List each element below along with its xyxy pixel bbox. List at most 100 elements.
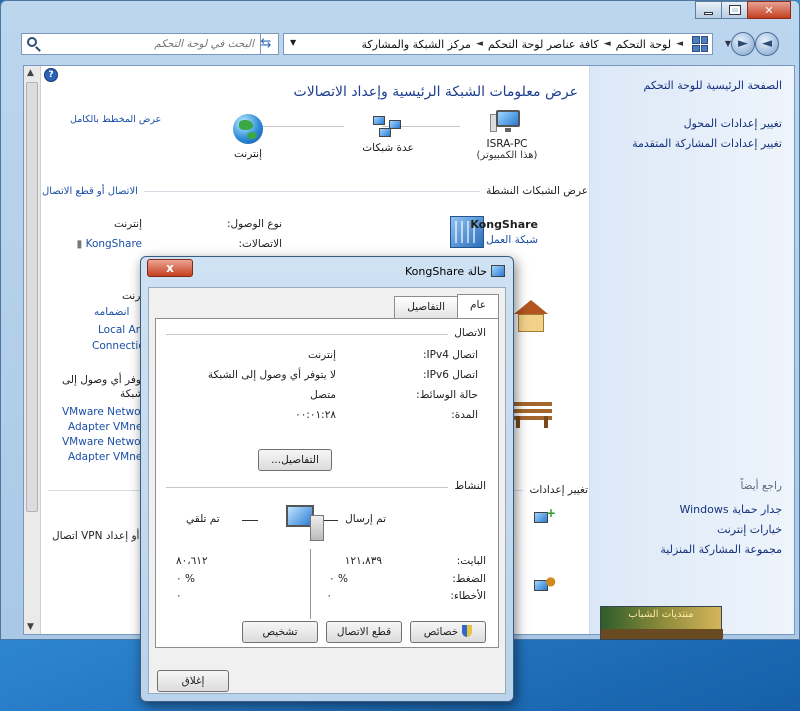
network-name: KongShare: [470, 218, 538, 231]
fragment-vmware-1[interactable]: VMware Netwo: [62, 406, 141, 418]
change-settings-title: تغيير إعدادات: [529, 484, 588, 496]
pc-subtitle: (هذا الكمبيوتر): [476, 150, 538, 161]
activity-group-title: النشاط: [448, 480, 486, 492]
ipv6-label: اتصال IPv6:: [423, 369, 478, 381]
access-type-value: إنترنت: [113, 218, 142, 230]
compression-label: الضغط:: [452, 573, 486, 585]
forum-watermark-logo: منتديات الشباب: [600, 606, 723, 640]
search-placeholder: البحث في لوحة التحكم: [154, 38, 254, 50]
scroll-down-icon[interactable]: ▼: [27, 622, 34, 632]
address-dropdown-icon[interactable]: ▼: [290, 38, 296, 47]
dialog-body: عام التفاصيل الاتصال اتصال IPv4: إنترنت ا…: [148, 287, 506, 694]
control-panel-icon: [692, 36, 708, 52]
watermark-picture: [601, 629, 723, 639]
chevron-icon[interactable]: ◄: [476, 39, 483, 49]
scroll-thumb[interactable]: [26, 82, 38, 512]
received-label: تم تلقي: [186, 513, 220, 525]
active-networks-title: عرض الشبكات النشطة: [486, 185, 588, 197]
see-full-map-link[interactable]: عرض المخطط بالكامل: [70, 114, 161, 125]
fragment-connection[interactable]: Connectio: [92, 340, 145, 352]
page-title: عرض معلومات الشبكة الرئيسية وإعداد الاتص…: [293, 84, 578, 100]
chevron-icon[interactable]: ◄: [604, 39, 611, 49]
sent-errors-value: ٠: [326, 590, 332, 602]
diagnose-button[interactable]: تشخيص: [242, 621, 318, 643]
fragment-join[interactable]: انضمامه: [94, 306, 129, 318]
fragment-vmware-4[interactable]: Adapter VMne: [68, 451, 142, 463]
duration-value: ٠٠:٠١:٢٨: [295, 409, 336, 421]
maximize-button[interactable]: [721, 1, 748, 19]
fragment-vmware-2[interactable]: Adapter VMne: [68, 421, 142, 433]
sidebar-link-adapter-settings[interactable]: تغيير إعدادات المحول: [602, 116, 782, 132]
tab-general[interactable]: عام: [457, 294, 499, 318]
tab-details[interactable]: التفاصيل: [394, 296, 459, 318]
connection-group-title: الاتصال: [448, 327, 486, 339]
active-networks-header: عرض الشبكات النشطة الاتصال أو قطع الاتصا…: [42, 185, 588, 197]
public-network-bench-icon[interactable]: [512, 402, 552, 428]
help-icon[interactable]: ?: [44, 68, 58, 82]
sidebar-link-advanced-sharing[interactable]: تغيير إعدادات المشاركة المتقدمة: [602, 136, 782, 152]
ipv4-value: إنترنت: [307, 349, 336, 361]
back-button[interactable]: ◄: [755, 32, 779, 56]
dialog-close-btn[interactable]: إغلاق: [157, 670, 229, 692]
sidebar-link-control-panel-home[interactable]: الصفحة الرئيسية للوحة التحكم: [602, 78, 782, 94]
breadcrumb-all-items[interactable]: كافة عناصر لوحة التحكم: [488, 38, 599, 51]
forward-arrow-icon: ►: [738, 36, 748, 51]
new-connection-icon[interactable]: +: [534, 507, 556, 528]
scroll-up-icon[interactable]: ▲: [27, 68, 34, 78]
address-bar[interactable]: ◄ لوحة التحكم ◄ كافة عناصر لوحة التحكم ◄…: [283, 33, 713, 55]
breadcrumb-control-panel[interactable]: لوحة التحكم: [616, 38, 671, 51]
ipv4-row: اتصال IPv4: إنترنت: [168, 349, 486, 367]
activity-divider: [310, 549, 311, 619]
disconnect-button[interactable]: قطع الاتصال: [326, 621, 402, 643]
uac-shield-icon: [462, 625, 473, 637]
activity-computer-icon: [286, 505, 336, 545]
sidebar-link-internet-options[interactable]: خيارات إنترنت: [602, 522, 782, 538]
received-bytes-value: ٨٠،٦١٢: [176, 555, 208, 567]
close-icon: x: [166, 261, 174, 275]
sidebar-link-firewall[interactable]: جدار حماية Windows: [602, 502, 782, 518]
watermark-text: منتديات الشباب: [628, 609, 694, 620]
recent-pages-dropdown[interactable]: ▼: [725, 39, 731, 48]
connect-disconnect-link[interactable]: الاتصال أو قطع الاتصال: [42, 186, 138, 197]
sent-compression-value: % ٠: [329, 573, 348, 585]
breadcrumb-network-center[interactable]: مركز الشبكة والمشاركة: [361, 38, 470, 51]
ipv4-label: اتصال IPv4:: [423, 349, 478, 361]
minimize-icon: [704, 11, 713, 15]
sent-label: تم إرسال: [345, 513, 386, 525]
group-separator: [166, 334, 458, 335]
network-type-link[interactable]: شبكة العمل: [486, 234, 538, 246]
refresh-icon: ⇆: [260, 36, 272, 51]
toolbar: ◄ ► ▼ ◄ لوحة التحكم ◄ كافة عناصر لوحة ال…: [21, 31, 779, 57]
connection-status-dialog: حالة KongShare x عام التفاصيل الاتصال ات…: [140, 256, 514, 702]
access-type-label: نوع الوصول:: [227, 218, 282, 230]
dialog-close-button[interactable]: x: [147, 259, 193, 277]
internet-label: إنترنت: [233, 148, 263, 160]
internet-globe-icon: [233, 114, 263, 144]
vertical-scrollbar[interactable]: ▲ ▼: [24, 66, 41, 634]
search-input[interactable]: البحث في لوحة التحكم: [21, 33, 261, 55]
minimize-button[interactable]: [695, 1, 722, 19]
received-dash: [242, 520, 258, 521]
caption-buttons: ✕: [695, 1, 791, 19]
computer-icon: [490, 110, 522, 134]
ipv6-row: اتصال IPv6: لا يتوفر أي وصول إلى الشبكة: [168, 369, 486, 387]
connection-link-kongshare[interactable]: KongShare ▮: [76, 238, 142, 250]
close-button[interactable]: ✕: [747, 1, 791, 19]
signal-icon: ▮: [76, 238, 83, 250]
network-node-internet: إنترنت: [208, 114, 288, 160]
fragment-vmware-3[interactable]: VMware Netwo: [62, 436, 141, 448]
received-errors-value: ٠: [176, 590, 182, 602]
properties-button[interactable]: خصائص: [410, 621, 486, 643]
chevron-icon[interactable]: ◄: [676, 39, 683, 49]
dialog-tabs: عام التفاصيل: [394, 294, 499, 318]
ipv6-value: لا يتوفر أي وصول إلى الشبكة: [207, 369, 336, 381]
search-icon[interactable]: [27, 37, 37, 47]
duration-label: المدة:: [451, 409, 478, 421]
homegroup-options-icon[interactable]: ●: [534, 575, 556, 596]
multiple-networks-label: عدة شبكات: [362, 142, 414, 154]
sidebar-link-homegroup[interactable]: مجموعة المشاركة المنزلية: [602, 542, 782, 558]
forward-button[interactable]: ►: [731, 32, 755, 56]
homegroup-house-icon[interactable]: [514, 300, 548, 334]
media-state-label: حالة الوسائط:: [416, 389, 478, 401]
details-button[interactable]: التفاصيل...: [258, 449, 332, 471]
